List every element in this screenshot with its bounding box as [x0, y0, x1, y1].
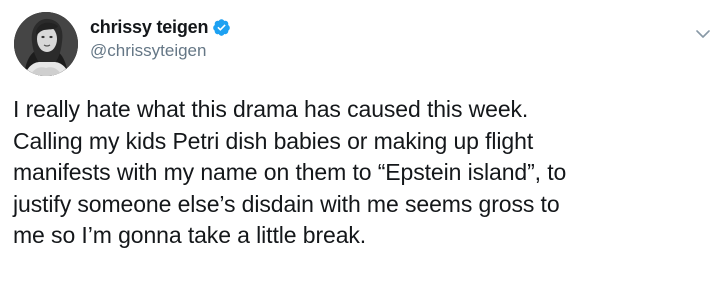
- tweet-text: I really hate what this drama has caused…: [13, 96, 567, 248]
- author-handle[interactable]: @chrissyteigen: [90, 41, 231, 61]
- tweet-card: chrissy teigen @chrissyteigen I really h…: [0, 0, 720, 283]
- chevron-down-icon[interactable]: [696, 26, 710, 38]
- name-row: chrissy teigen: [90, 17, 231, 38]
- author-display-name[interactable]: chrissy teigen: [90, 17, 208, 38]
- author-names: chrissy teigen @chrissyteigen: [90, 17, 231, 61]
- verified-badge-icon: [212, 18, 231, 37]
- tweet-header: chrissy teigen @chrissyteigen: [14, 12, 231, 76]
- profile-photo-icon: [14, 12, 78, 76]
- avatar[interactable]: [14, 12, 78, 76]
